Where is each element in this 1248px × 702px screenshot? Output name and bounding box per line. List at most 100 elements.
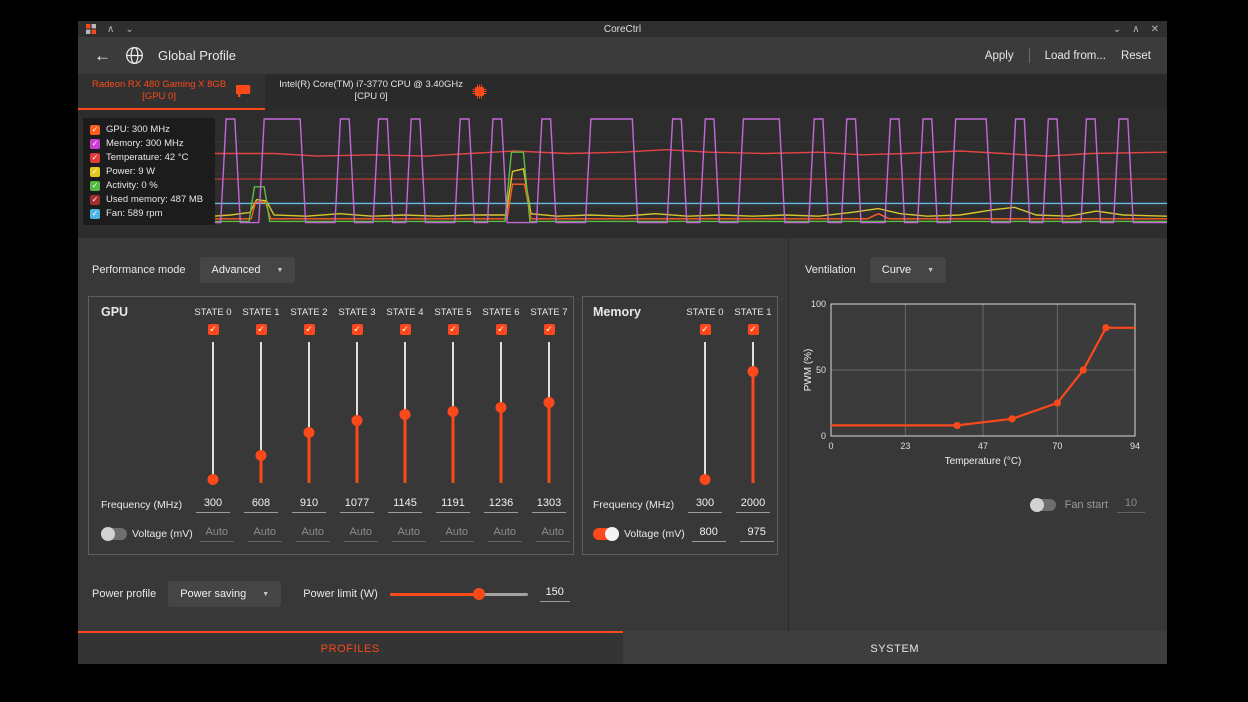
- gpu-frequency-slider[interactable]: [189, 340, 237, 485]
- power-limit-knob[interactable]: [473, 588, 485, 600]
- legend-checkbox[interactable]: ✓: [90, 181, 100, 191]
- gpu-frequency-slider[interactable]: [429, 340, 477, 485]
- slider-knob[interactable]: [304, 427, 315, 438]
- legend-checkbox[interactable]: ✓: [90, 139, 100, 149]
- slider-knob[interactable]: [208, 474, 219, 485]
- slider-knob[interactable]: [448, 406, 459, 417]
- gpu-frequency-value[interactable]: 300: [196, 497, 230, 513]
- power-limit-slider[interactable]: [390, 587, 528, 601]
- gpu-frequency-slider[interactable]: [237, 340, 285, 485]
- legend-checkbox[interactable]: ✓: [90, 167, 100, 177]
- gpu-check-cell: ✓: [381, 324, 429, 335]
- gpu-state-checkbox[interactable]: ✓: [448, 324, 459, 335]
- fan-chart-text: 50: [816, 365, 826, 375]
- legend-item[interactable]: ✓Activity: 0 %: [90, 180, 208, 191]
- gpu-voltage-value: Auto: [440, 526, 474, 542]
- gpu-state-checkbox[interactable]: ✓: [208, 324, 219, 335]
- memory-frequency-label: Frequency (MHz): [583, 499, 681, 511]
- memory-frequency-value[interactable]: 300: [688, 497, 722, 513]
- legend-checkbox[interactable]: ✓: [90, 153, 100, 163]
- slider-track: [212, 342, 214, 483]
- gpu-state-checkbox[interactable]: ✓: [256, 324, 267, 335]
- gpu-frequency-value[interactable]: 1191: [436, 497, 470, 513]
- fan-start-value: 10: [1117, 497, 1145, 513]
- gpu-frequency-slider[interactable]: [525, 340, 573, 485]
- gpu-frequency-value[interactable]: 1077: [340, 497, 374, 513]
- legend-item[interactable]: ✓Used memory: 487 MB: [90, 194, 208, 205]
- tab-profiles[interactable]: PROFILES: [78, 631, 623, 664]
- slider-knob[interactable]: [352, 415, 363, 426]
- gpu-state-checkbox[interactable]: ✓: [352, 324, 363, 335]
- toggle-knob: [605, 527, 619, 541]
- memory-frequency-value[interactable]: 2000: [736, 497, 770, 513]
- gpu-freq-cell: 1077: [333, 497, 381, 513]
- gpu-frequency-value[interactable]: 608: [244, 497, 278, 513]
- device-tab-cpu[interactable]: Intel(R) Core(TM) i7-3770 CPU @ 3.40GHz …: [265, 74, 501, 110]
- gpu-frequency-value[interactable]: 1303: [532, 497, 566, 513]
- apply-button[interactable]: Apply: [985, 50, 1014, 62]
- legend-item[interactable]: ✓Fan: 589 rpm: [90, 208, 208, 219]
- bottom-tab-bar: PROFILES SYSTEM: [78, 631, 1167, 664]
- device-tab-gpu[interactable]: Radeon RX 480 Gaming X 8GB [GPU 0]: [78, 74, 265, 110]
- fan-start-toggle[interactable]: [1030, 499, 1056, 511]
- memory-state-checkbox[interactable]: ✓: [700, 324, 711, 335]
- slider-knob[interactable]: [496, 402, 507, 413]
- performance-mode-dropdown[interactable]: Advanced ▼: [200, 257, 296, 283]
- tab-system[interactable]: SYSTEM: [623, 631, 1168, 664]
- legend-checkbox[interactable]: ✓: [90, 125, 100, 135]
- gpu-frequency-value[interactable]: 1145: [388, 497, 422, 513]
- legend-item[interactable]: ✓GPU: 300 MHz: [90, 124, 208, 135]
- gpu-state-label: STATE 7: [525, 307, 573, 318]
- memory-frequency-slider[interactable]: [681, 340, 729, 485]
- legend-checkbox[interactable]: ✓: [90, 195, 100, 205]
- memory-voltage-value[interactable]: 800: [692, 526, 726, 542]
- slider-knob[interactable]: [256, 450, 267, 461]
- legend-item[interactable]: ✓Power: 9 W: [90, 166, 208, 177]
- gpu-check-cell: ✓: [189, 324, 237, 335]
- power-limit-value[interactable]: 150: [540, 586, 570, 602]
- gpu-state-checkbox[interactable]: ✓: [400, 324, 411, 335]
- fan-curve-point[interactable]: [954, 422, 961, 429]
- slider-knob[interactable]: [544, 397, 555, 408]
- slider-knob[interactable]: [700, 474, 711, 485]
- gpu-frequency-slider[interactable]: [285, 340, 333, 485]
- memory-voltage-toggle[interactable]: [593, 528, 619, 540]
- gpu-check-cell: ✓: [477, 324, 525, 335]
- fan-curve-chart[interactable]: 050100023477094Temperature (°C)PWM (%): [801, 298, 1153, 483]
- gpu-state-checkbox[interactable]: ✓: [496, 324, 507, 335]
- gpu-state-checkbox[interactable]: ✓: [544, 324, 555, 335]
- performance-mode-label: Performance mode: [92, 264, 186, 276]
- gpu-state-sliders: [189, 340, 573, 485]
- memory-frequency-slider[interactable]: [729, 340, 777, 485]
- fan-curve-point[interactable]: [1102, 324, 1109, 331]
- fan-curve-point[interactable]: [1009, 415, 1016, 422]
- ventilation-dropdown[interactable]: Curve ▼: [870, 257, 946, 283]
- back-button[interactable]: ←: [94, 46, 111, 66]
- memory-voltage-value[interactable]: 975: [740, 526, 774, 542]
- legend-checkbox[interactable]: ✓: [90, 209, 100, 219]
- gpu-frequency-slider[interactable]: [333, 340, 381, 485]
- close-button[interactable]: ✕: [1151, 24, 1159, 35]
- gpu-frequency-value[interactable]: 1236: [484, 497, 518, 513]
- gpu-voltage-toggle[interactable]: [101, 528, 127, 540]
- minimize-button[interactable]: ⌄: [1113, 24, 1121, 35]
- maximize-button[interactable]: ∧: [1132, 24, 1139, 35]
- gpu-frequency-slider[interactable]: [381, 340, 429, 485]
- legend-item[interactable]: ✓Temperature: 42 °C: [90, 152, 208, 163]
- legend-item[interactable]: ✓Memory: 300 MHz: [90, 138, 208, 149]
- memory-state-checkbox[interactable]: ✓: [748, 324, 759, 335]
- gpu-state-checkbox[interactable]: ✓: [304, 324, 315, 335]
- power-profile-dropdown[interactable]: Power saving ▼: [168, 581, 281, 607]
- gpu-state-checks: ✓ ✓ ✓ ✓ ✓ ✓ ✓ ✓: [189, 324, 573, 335]
- reset-button[interactable]: Reset: [1121, 50, 1151, 62]
- load-from-button[interactable]: Load from...: [1045, 50, 1106, 62]
- gpu-volt-cell: Auto: [337, 526, 385, 542]
- slider-knob[interactable]: [748, 366, 759, 377]
- fan-curve-point[interactable]: [1080, 366, 1087, 373]
- fan-curve-point[interactable]: [1054, 399, 1061, 406]
- gpu-frequency-value[interactable]: 910: [292, 497, 326, 513]
- gpu-frequency-slider[interactable]: [477, 340, 525, 485]
- titlebar-down-icon[interactable]: ⌄: [125, 24, 133, 35]
- slider-knob[interactable]: [400, 409, 411, 420]
- titlebar-up-icon[interactable]: ∧: [107, 24, 114, 35]
